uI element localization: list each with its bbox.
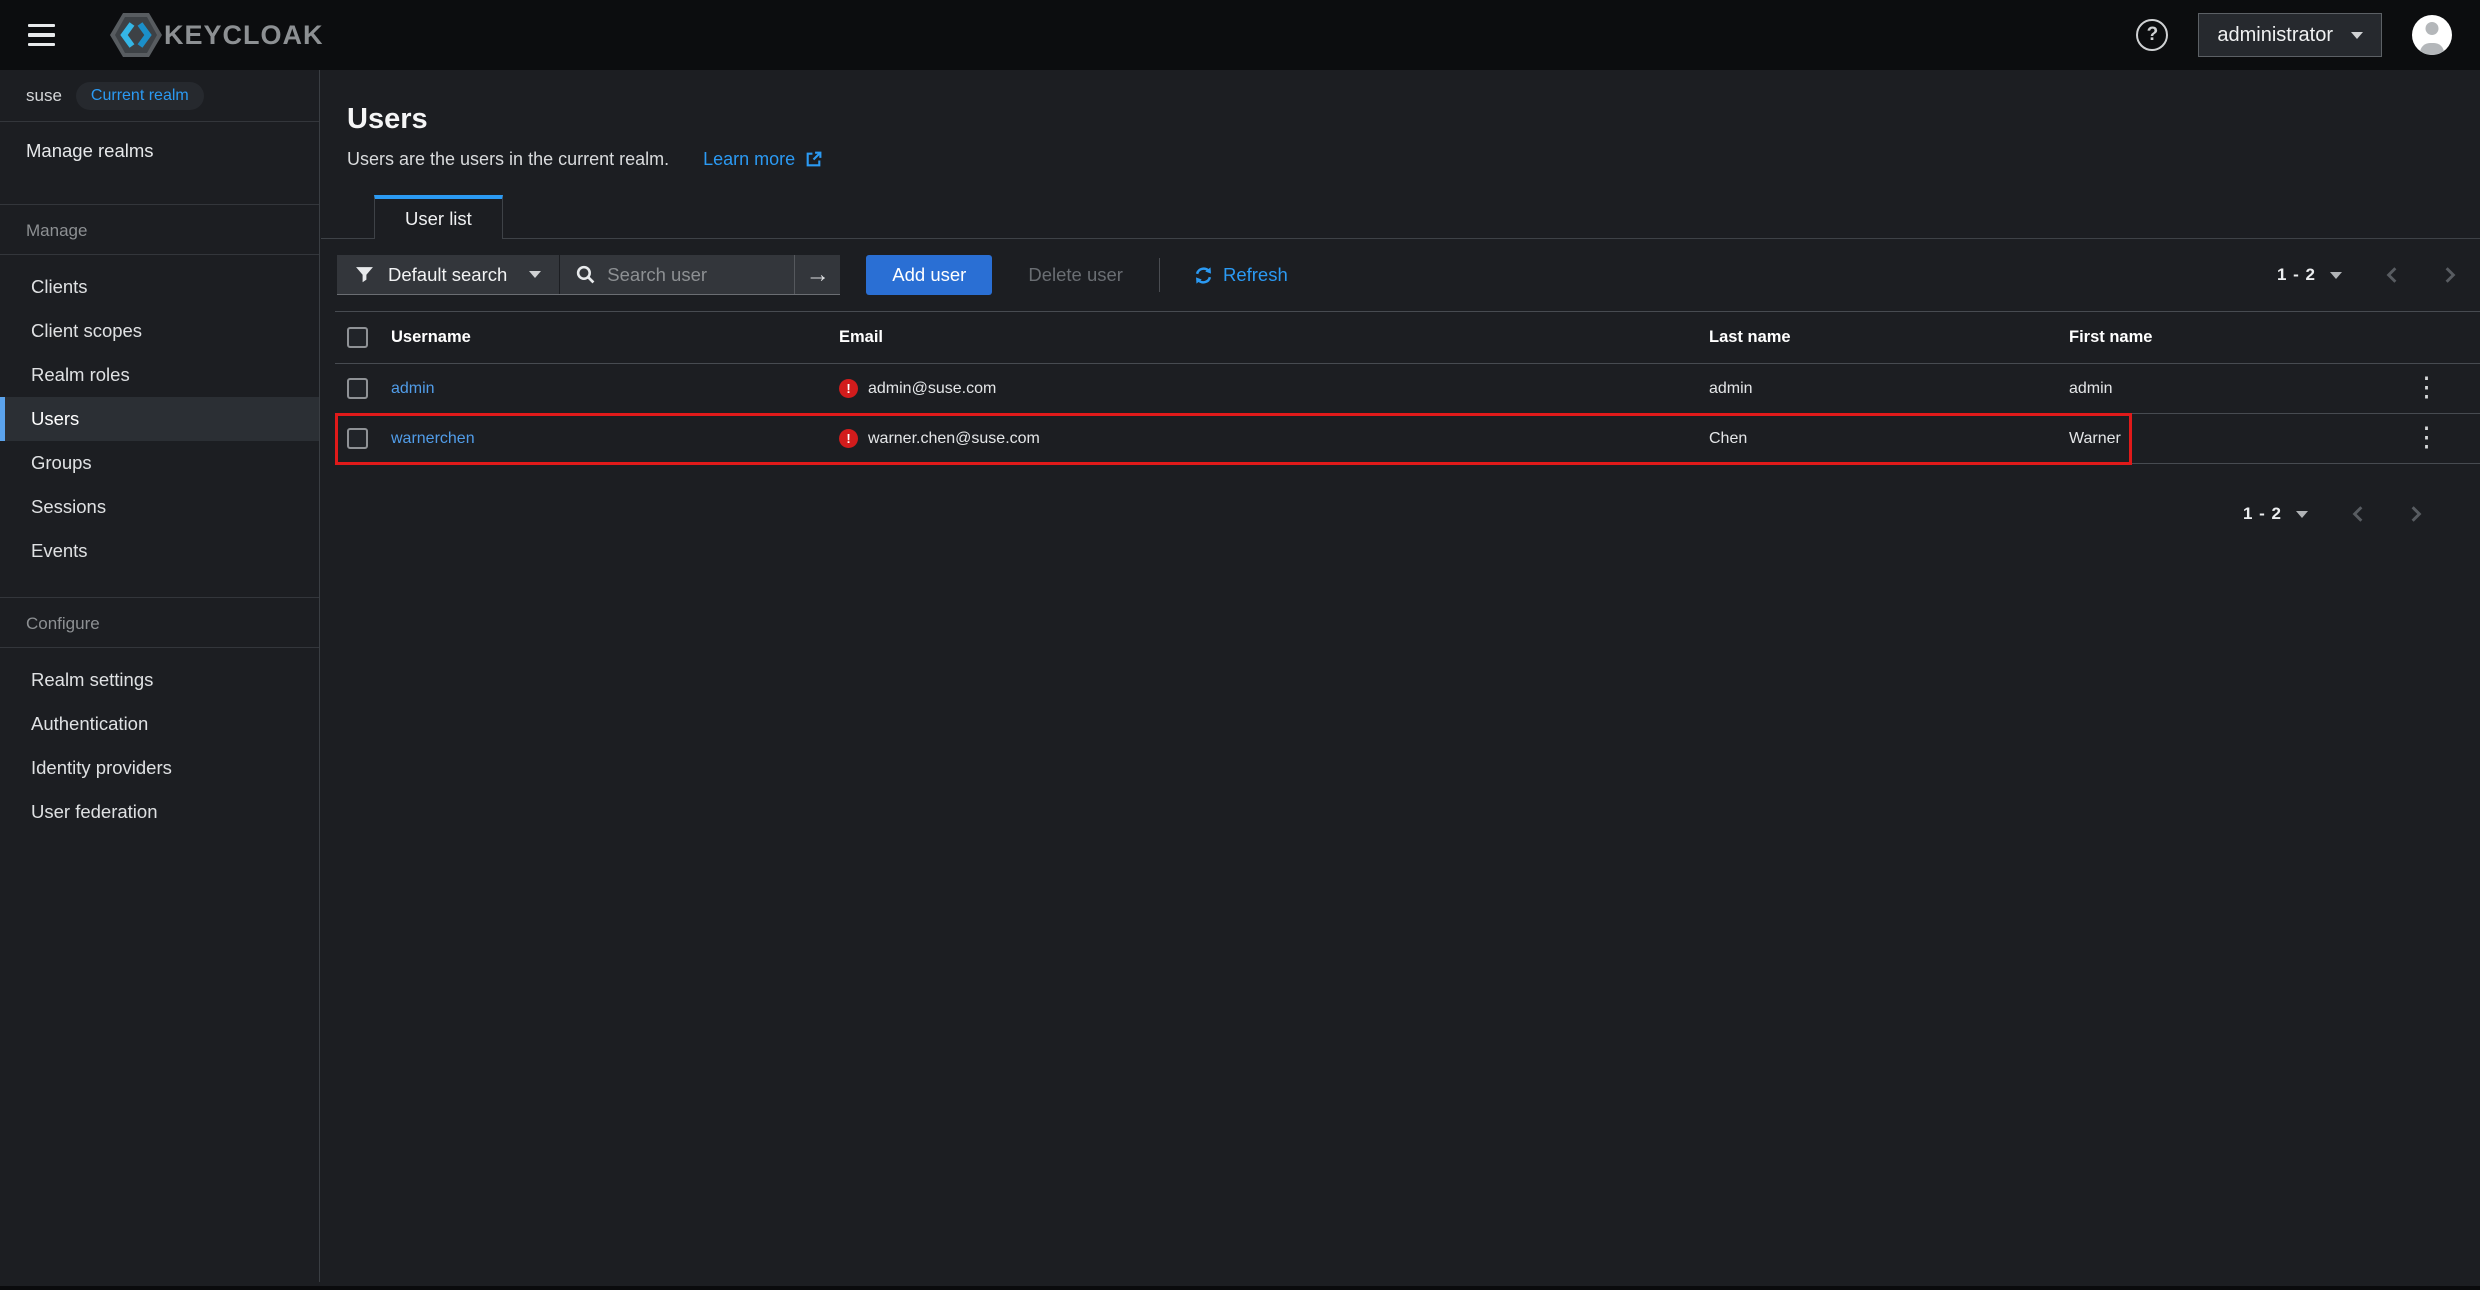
- user-table: Username Email Last name First name admi…: [335, 311, 2480, 464]
- table-row: admin ! admin@suse.com admin admin ⋮: [335, 364, 2480, 414]
- select-all-checkbox[interactable]: [347, 327, 368, 348]
- table-row-highlighted: warnerchen ! warner.chen@suse.com Chen W…: [335, 414, 2480, 464]
- column-header-username[interactable]: Username: [383, 312, 831, 364]
- toolbar-divider: [1159, 258, 1160, 292]
- external-link-icon: [804, 150, 823, 169]
- table-header-row: Username Email Last name First name: [335, 312, 2480, 364]
- toolbar: Default search → Add user Delete user: [321, 239, 2480, 311]
- avatar[interactable]: [2412, 15, 2452, 55]
- search-input[interactable]: [607, 264, 778, 286]
- column-header-email[interactable]: Email: [831, 312, 1701, 364]
- email-unverified-exclamation-icon: !: [839, 379, 858, 398]
- brand-text: KEYCLOAK: [164, 20, 324, 51]
- search-type-label: Default search: [388, 264, 507, 286]
- pagination-bottom-range-dropdown[interactable]: 1 - 2: [2243, 504, 2308, 524]
- search-type-dropdown[interactable]: Default search: [337, 255, 560, 294]
- column-header-last-name[interactable]: Last name: [1701, 312, 2061, 364]
- sidebar-group-label-configure: Configure: [0, 598, 319, 648]
- sidebar-item-groups[interactable]: Groups: [0, 441, 319, 485]
- search-submit-arrow-button[interactable]: →: [794, 255, 840, 294]
- learn-more-link[interactable]: Learn more: [703, 147, 823, 171]
- pagination-top-prev-icon[interactable]: [2384, 266, 2400, 284]
- page-subtitle: Users are the users in the current realm…: [347, 147, 669, 171]
- first-name-cell: Warner: [2061, 414, 2381, 464]
- pagination-top-range-dropdown[interactable]: 1 - 2: [2277, 265, 2342, 285]
- keycloak-hexagon-icon: [110, 12, 162, 58]
- pagination-bottom-next-icon[interactable]: [2408, 505, 2424, 523]
- last-name-cell: Chen: [1701, 414, 2061, 464]
- tab-user-list[interactable]: User list: [374, 195, 503, 239]
- last-name-cell: admin: [1701, 364, 2061, 414]
- sidebar-item-realm-roles[interactable]: Realm roles: [0, 353, 319, 397]
- pagination-bottom-prev-icon[interactable]: [2350, 505, 2366, 523]
- refresh-button[interactable]: Refresh: [1194, 264, 1288, 286]
- refresh-sync-icon: [1194, 266, 1213, 285]
- chevron-down-icon: [2351, 32, 2363, 39]
- sidebar-item-user-federation[interactable]: User federation: [0, 790, 319, 834]
- sidebar-item-manage-realms[interactable]: Manage realms: [0, 122, 319, 180]
- search-filter-group: Default search →: [337, 255, 840, 295]
- pagination-top-range: 1 - 2: [2277, 265, 2316, 285]
- add-user-button[interactable]: Add user: [866, 255, 992, 295]
- keycloak-logo[interactable]: KEYCLOAK: [110, 12, 324, 58]
- sidebar-item-client-scopes[interactable]: Client scopes: [0, 309, 319, 353]
- current-realm-badge: Current realm: [76, 82, 204, 110]
- user-menu-label: administrator: [2217, 24, 2333, 47]
- sidebar-item-realm-settings[interactable]: Realm settings: [0, 658, 319, 702]
- row-checkbox[interactable]: [347, 378, 368, 399]
- sidebar-item-sessions[interactable]: Sessions: [0, 485, 319, 529]
- column-header-first-name[interactable]: First name: [2061, 312, 2381, 364]
- search-box: [560, 255, 794, 294]
- sidebar-item-events[interactable]: Events: [0, 529, 319, 573]
- sidebar-item-clients[interactable]: Clients: [0, 265, 319, 309]
- sidebar-item-identity-providers[interactable]: Identity providers: [0, 746, 319, 790]
- chevron-down-icon: [2296, 511, 2308, 518]
- sidebar-section-configure: Configure Realm settings Authentication …: [0, 597, 319, 834]
- delete-user-button[interactable]: Delete user: [1028, 264, 1123, 286]
- username-link[interactable]: admin: [391, 380, 435, 397]
- row-kebab-menu-icon[interactable]: ⋮: [2407, 377, 2446, 397]
- email-text: admin@suse.com: [868, 380, 996, 398]
- tab-user-list-label: User list: [405, 208, 472, 230]
- nav-toggle-hamburger-icon[interactable]: [28, 14, 70, 56]
- row-kebab-menu-icon[interactable]: ⋮: [2407, 427, 2446, 447]
- page-title: Users: [347, 100, 2480, 138]
- chevron-down-icon: [529, 271, 541, 278]
- tab-bar: User list: [321, 195, 2480, 239]
- masthead: KEYCLOAK ? administrator: [0, 0, 2480, 70]
- user-menu-dropdown[interactable]: administrator: [2198, 13, 2382, 57]
- learn-more-label: Learn more: [703, 147, 795, 171]
- pagination-top-next-icon[interactable]: [2442, 266, 2458, 284]
- sidebar-section-manage: Manage Clients Client scopes Realm roles…: [0, 204, 319, 573]
- chevron-down-icon: [2330, 272, 2342, 279]
- search-icon: [576, 265, 595, 284]
- sidebar-group-label-manage: Manage: [0, 205, 319, 255]
- page-header: Users Users are the users in the current…: [321, 70, 2480, 171]
- main-content: Users Users are the users in the current…: [321, 70, 2480, 1282]
- sidebar-item-users[interactable]: Users: [0, 397, 319, 441]
- email-unverified-exclamation-icon: !: [839, 429, 858, 448]
- help-icon[interactable]: ?: [2136, 19, 2168, 51]
- realm-switcher[interactable]: suse Current realm: [0, 70, 319, 122]
- pagination-bottom: 1 - 2: [321, 504, 2480, 524]
- pagination-top: 1 - 2: [2277, 265, 2458, 285]
- first-name-cell: admin: [2061, 364, 2381, 414]
- pagination-bottom-range: 1 - 2: [2243, 504, 2282, 524]
- realm-name: suse: [26, 86, 62, 106]
- sidebar-item-authentication[interactable]: Authentication: [0, 702, 319, 746]
- sidebar: suse Current realm Manage realms Manage …: [0, 70, 320, 1282]
- refresh-label: Refresh: [1223, 264, 1288, 286]
- username-link[interactable]: warnerchen: [391, 430, 475, 447]
- row-checkbox[interactable]: [347, 428, 368, 449]
- email-text: warner.chen@suse.com: [868, 430, 1040, 448]
- filter-funnel-icon: [355, 265, 374, 284]
